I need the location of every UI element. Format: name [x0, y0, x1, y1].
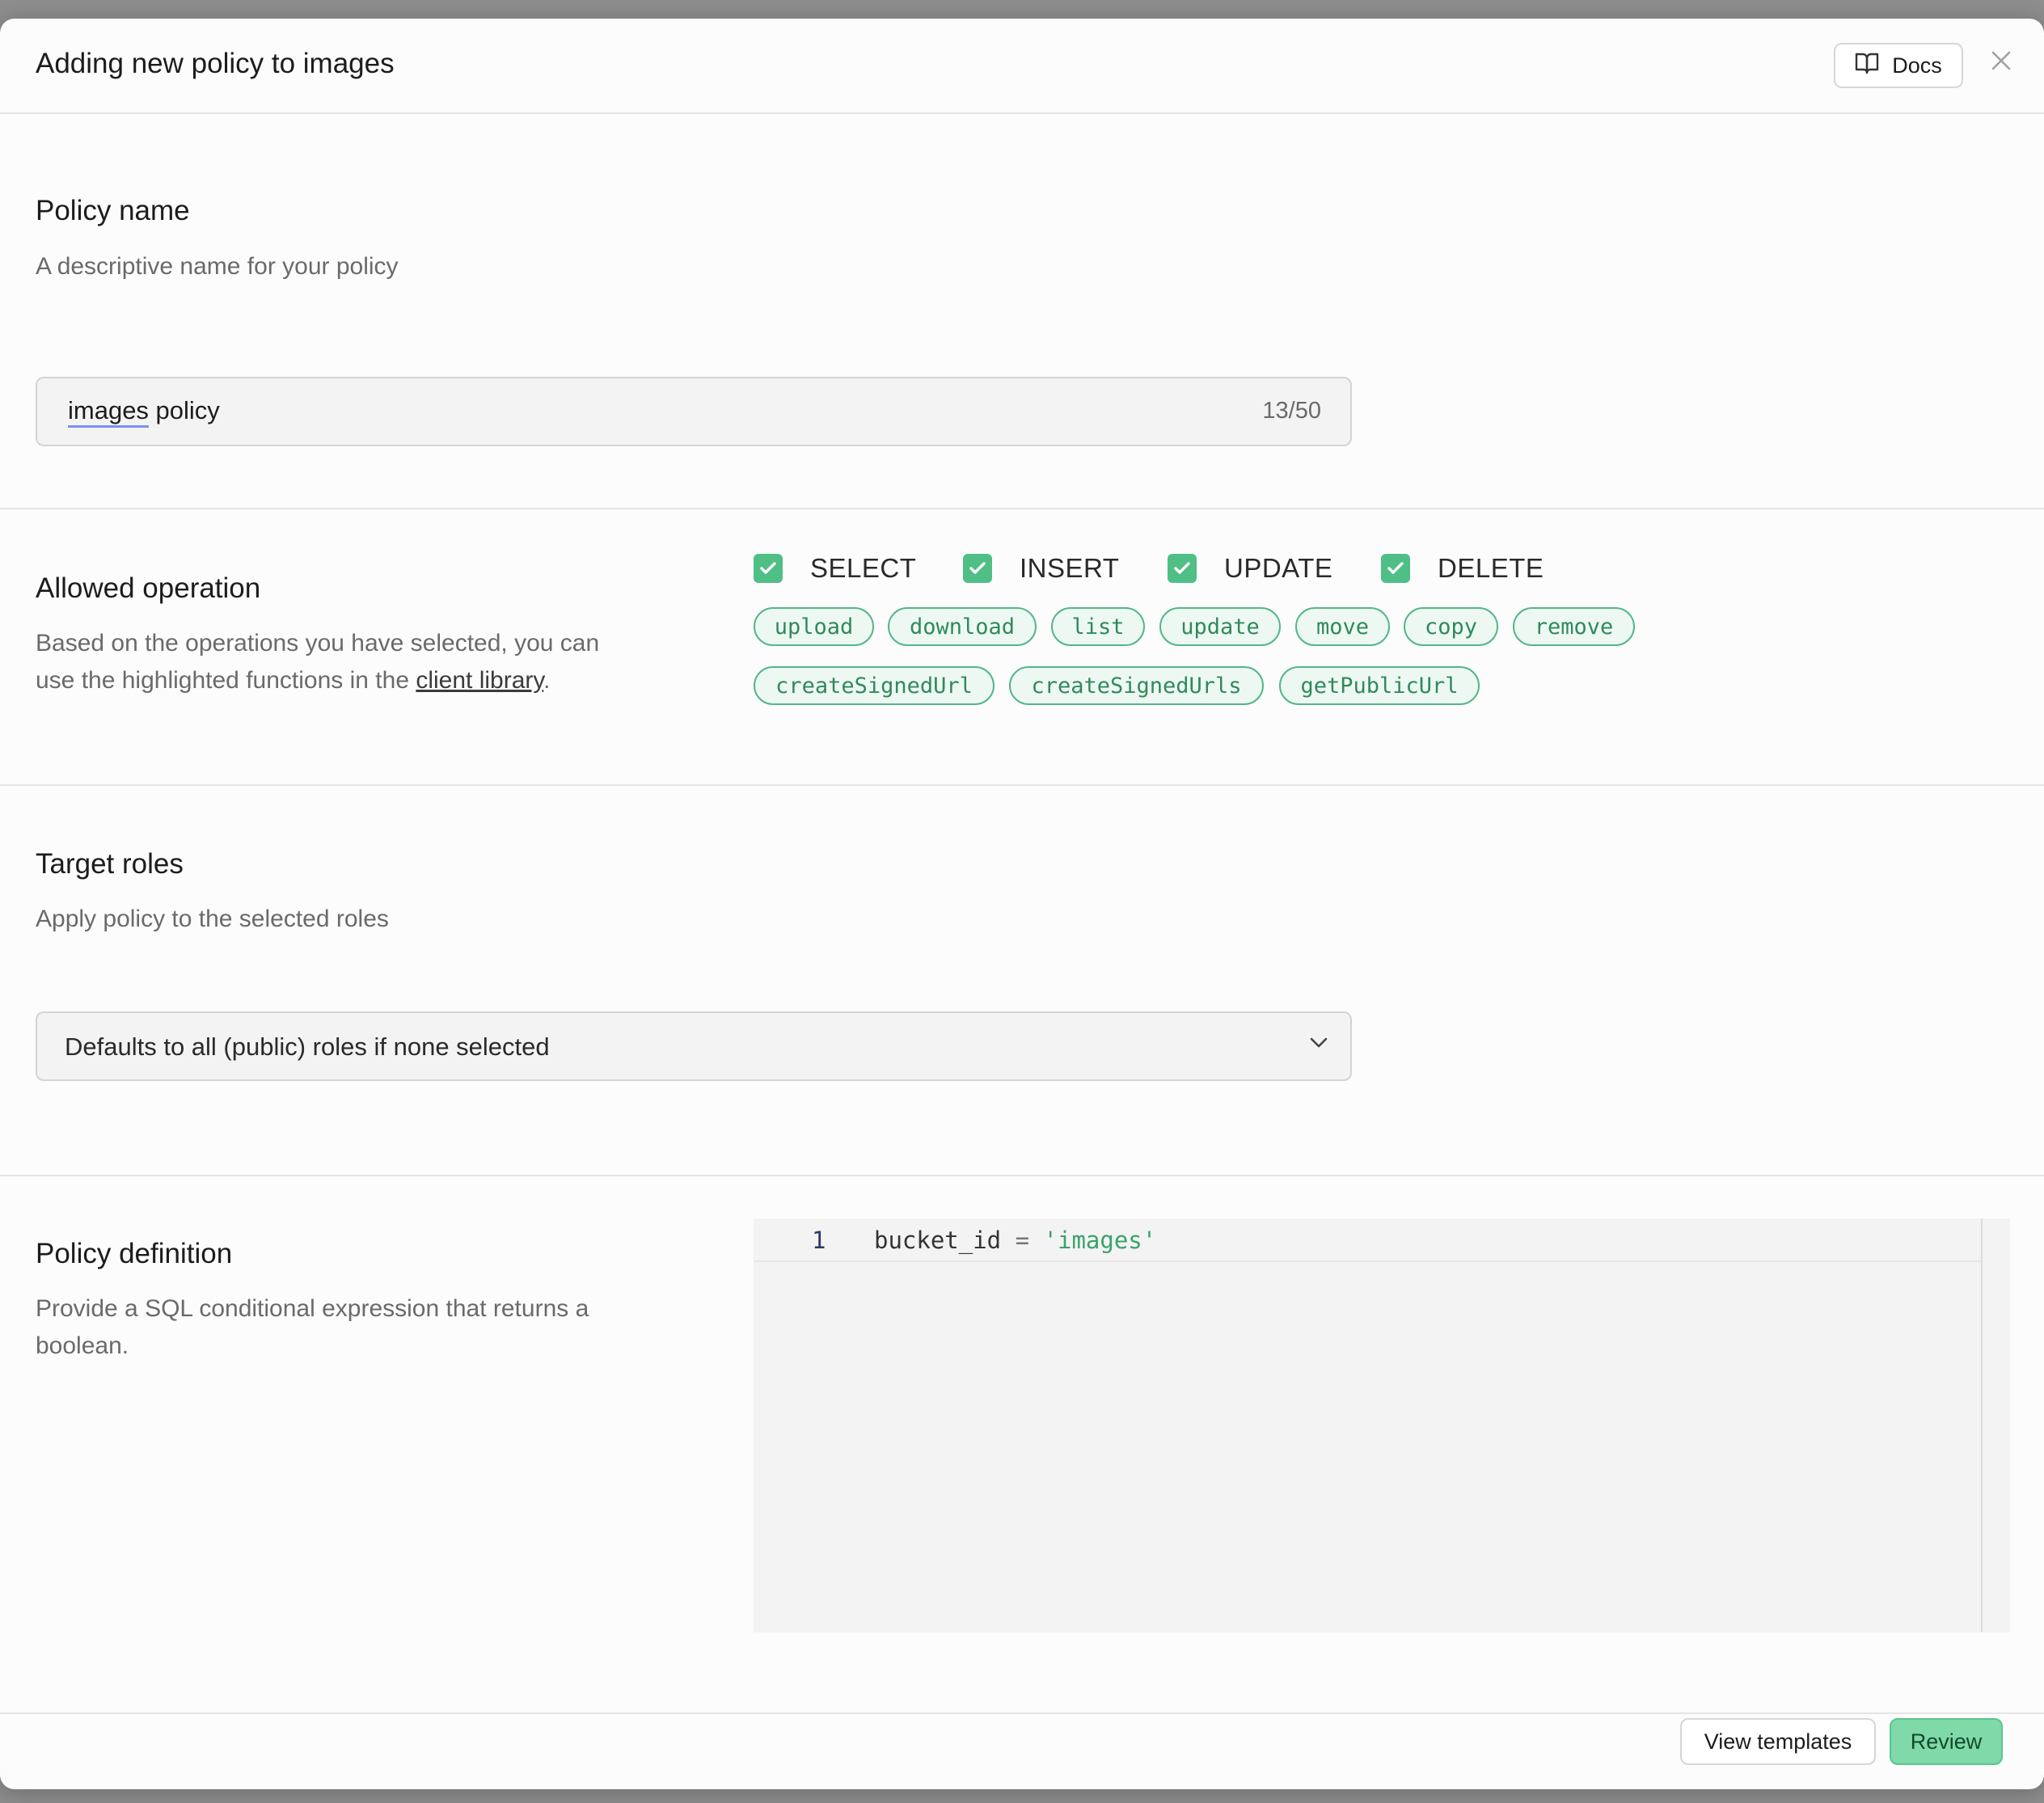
- policy-name-section: Policy name A descriptive name for your …: [0, 114, 2044, 509]
- sql-editor[interactable]: 1 bucket_id = 'images': [754, 1218, 2010, 1632]
- function-chip-createsignedurls: createSignedUrls: [1009, 666, 1264, 705]
- function-chip-copy: copy: [1404, 607, 1498, 646]
- function-chip-update: update: [1159, 607, 1281, 646]
- function-chip-move: move: [1295, 607, 1390, 646]
- function-chip-getpublicurl: getPublicUrl: [1279, 666, 1480, 705]
- allowed-operation-description: Based on the operations you have selecte…: [36, 630, 600, 694]
- allowed-operation-title: Allowed operation: [36, 572, 261, 604]
- function-chip-upload: upload: [754, 607, 874, 646]
- checkbox-checked-icon[interactable]: [754, 554, 783, 583]
- operation-label: DELETE: [1438, 553, 1544, 583]
- docs-button[interactable]: Docs: [1834, 43, 1963, 88]
- review-button[interactable]: Review: [1890, 1718, 2003, 1765]
- operation-label: UPDATE: [1224, 553, 1333, 583]
- chevron-down-icon: [1308, 1036, 1329, 1053]
- target-roles-description: Apply policy to the selected roles: [36, 906, 389, 932]
- close-icon[interactable]: [1991, 44, 2012, 77]
- policy-name-description: A descriptive name for your policy: [36, 253, 399, 280]
- view-templates-button[interactable]: View templates: [1680, 1718, 1876, 1765]
- roles-select-value: Defaults to all (public) roles if none s…: [65, 1032, 550, 1061]
- target-roles-section: Target roles Apply policy to the selecte…: [0, 786, 2044, 1176]
- roles-select[interactable]: Defaults to all (public) roles if none s…: [36, 1011, 1352, 1081]
- policy-definition-description: Provide a SQL conditional expression tha…: [36, 1295, 589, 1359]
- policy-name-value: images policy: [68, 396, 220, 424]
- client-library-link[interactable]: client library: [416, 667, 543, 694]
- function-chip-download: download: [888, 607, 1037, 646]
- function-chip-list: list: [1051, 607, 1145, 646]
- policy-name-input[interactable]: images policy 13/50: [36, 377, 1352, 446]
- allowed-operation-section: Allowed operation Based on the operation…: [0, 509, 2044, 786]
- checkbox-checked-icon[interactable]: [963, 554, 992, 583]
- docs-label: Docs: [1892, 53, 1942, 78]
- editor-scrollbar[interactable]: [1981, 1218, 1983, 1632]
- character-counter: 13/50: [1262, 398, 1321, 424]
- checkbox-checked-icon[interactable]: [1168, 554, 1197, 583]
- target-roles-title: Target roles: [36, 848, 184, 880]
- function-chip-remove: remove: [1513, 607, 1635, 646]
- function-chip-createsignedurl: createSignedUrl: [754, 666, 995, 705]
- policy-definition-title: Policy definition: [36, 1238, 233, 1269]
- dialog-header: Adding new policy to images Docs: [0, 19, 2044, 114]
- dialog-title: Adding new policy to images: [36, 48, 395, 79]
- code-line[interactable]: bucket_id = 'images': [874, 1227, 1156, 1254]
- operation-select[interactable]: SELECT: [754, 553, 916, 584]
- operation-update[interactable]: UPDATE: [1168, 553, 1332, 584]
- operation-insert[interactable]: INSERT: [963, 553, 1119, 584]
- line-number: 1: [812, 1227, 826, 1254]
- operation-label: INSERT: [1020, 553, 1120, 583]
- policy-dialog: Adding new policy to images Docs Policy …: [0, 19, 2044, 1789]
- book-icon: [1855, 52, 1879, 80]
- policy-name-title: Policy name: [36, 195, 190, 226]
- operation-label: SELECT: [810, 553, 917, 583]
- operation-delete[interactable]: DELETE: [1381, 553, 1544, 584]
- checkbox-checked-icon[interactable]: [1381, 554, 1410, 583]
